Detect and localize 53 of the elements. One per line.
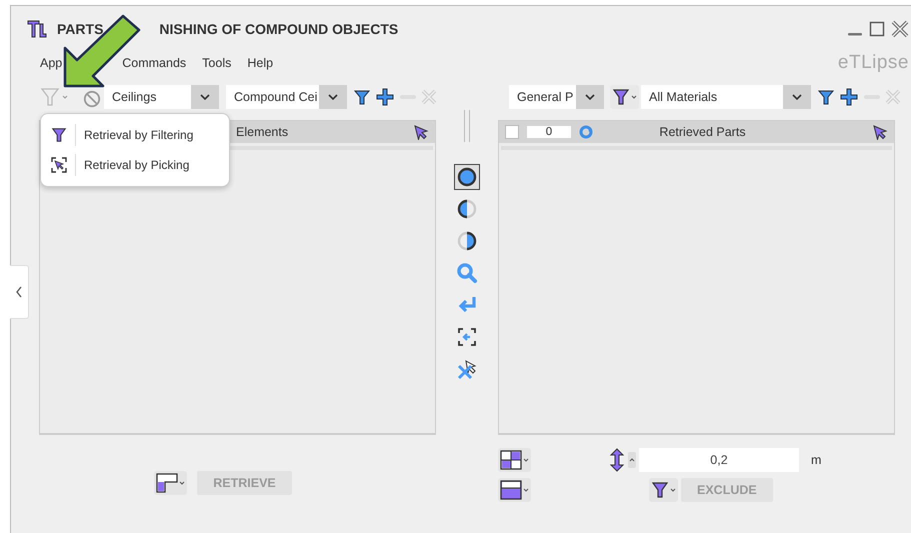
menu-item[interactable]: App — [40, 56, 62, 70]
chevron-left-icon[interactable] — [16, 286, 22, 298]
plus-icon[interactable] — [375, 87, 395, 107]
layout-dropdown[interactable] — [154, 471, 188, 495]
caret-icon[interactable] — [523, 457, 529, 463]
brand-logo: eTLipse — [838, 52, 910, 74]
unit-label: m — [811, 453, 822, 467]
layout-dropdown[interactable] — [498, 448, 531, 472]
chevron-down-icon[interactable] — [200, 93, 210, 101]
funnel-icon[interactable] — [651, 481, 669, 499]
pick-cursor-icon — [51, 157, 67, 173]
close-icon[interactable] — [891, 20, 909, 38]
window-title: PARTS — [57, 21, 104, 37]
filter-dropdown[interactable] — [649, 478, 678, 502]
menu-item[interactable]: Commands — [122, 56, 186, 70]
plus-icon[interactable] — [839, 87, 859, 107]
menu-item[interactable]: Tools — [202, 56, 232, 70]
chevron-down-icon[interactable] — [328, 93, 338, 101]
row-layout-icon — [500, 480, 522, 500]
maximize-icon[interactable] — [869, 21, 885, 37]
offset-field[interactable]: 0,2 — [639, 448, 799, 472]
filter-dropdown[interactable] — [610, 85, 639, 109]
vertical-arrows-icon[interactable] — [609, 448, 625, 472]
cursor-icon[interactable] — [413, 124, 429, 140]
grid-layout-icon — [500, 450, 522, 470]
funnel-icon — [51, 127, 67, 143]
caret-icon[interactable] — [670, 487, 676, 493]
panel-header: Retrieved Parts — [658, 125, 747, 139]
chevron-down-icon[interactable] — [585, 93, 595, 101]
corner-layout-icon — [156, 473, 178, 493]
cursor-icon[interactable] — [872, 124, 888, 140]
caret-icon[interactable] — [179, 480, 186, 486]
caret-icon[interactable] — [628, 452, 636, 468]
funnel-icon[interactable] — [353, 88, 371, 106]
menu-item[interactable]: Retrieval by Filtering — [84, 128, 194, 142]
caret-icon[interactable] — [523, 487, 529, 493]
funnel-icon[interactable] — [612, 88, 630, 106]
category-dropdown[interactable]: General P — [509, 85, 604, 109]
chevron-down-icon[interactable] — [792, 93, 802, 101]
checkbox[interactable] — [505, 125, 519, 139]
caret-icon[interactable] — [629, 457, 635, 463]
type-dropdown[interactable]: Compound Cei — [226, 85, 347, 109]
panel-header: Elements — [236, 125, 290, 139]
material-dropdown[interactable]: All Materials — [641, 85, 811, 109]
menu-item[interactable]: Retrieval by Picking — [84, 158, 190, 172]
funnel-icon[interactable] — [817, 88, 835, 106]
count-field: 0 — [527, 126, 571, 138]
category-dropdown[interactable]: Ceilings — [104, 85, 219, 109]
app-logo-icon — [27, 20, 47, 38]
caret-icon[interactable] — [631, 94, 637, 100]
layout-dropdown[interactable] — [498, 478, 531, 502]
window-title: NISHING OF COMPOUND OBJECTS — [159, 21, 398, 37]
menu-item[interactable]: Help — [247, 56, 274, 70]
